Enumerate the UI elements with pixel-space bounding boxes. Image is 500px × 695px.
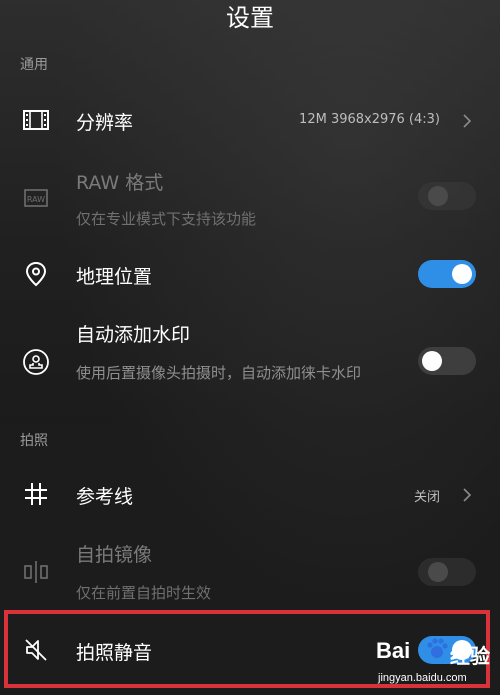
speaker-mute-icon (22, 636, 50, 664)
raw-icon: RAW (22, 184, 50, 212)
mirror-toggle (418, 558, 476, 586)
resolution-row[interactable]: 分辨率 12M 3968x2976 (4:3) (0, 96, 500, 146)
watermark-brand: Bai (376, 638, 411, 663)
page-title: 设置 (226, 4, 274, 32)
mirror-row: 自拍镜像 仅在前置自拍时生效 (0, 534, 500, 610)
watermark-url: jingyan.baidu.com (378, 672, 467, 684)
section-header-general: 通用 (20, 57, 48, 73)
chevron-right-icon (460, 488, 474, 502)
film-frame-icon (22, 106, 50, 134)
raw-toggle (418, 182, 476, 210)
grid-icon (22, 480, 50, 508)
svg-text:RAW: RAW (27, 195, 45, 204)
watermark-brand-cn: 经验 (450, 644, 490, 668)
auto-watermark-toggle[interactable] (418, 347, 476, 375)
chevron-right-icon (460, 114, 474, 128)
mirror-label: 自拍镜像 (76, 544, 153, 566)
location-label: 地理位置 (76, 266, 153, 288)
baidu-watermark: Bai 经验 jingyan.baidu.com (374, 636, 492, 692)
gridline-label: 参考线 (76, 486, 134, 508)
section-header-photo: 拍照 (20, 433, 48, 449)
resolution-value: 12M 3968x2976 (4:3) (299, 112, 440, 127)
shutter-mute-label: 拍照静音 (76, 642, 153, 664)
auto-watermark-sub: 使用后置摄像头拍摄时，自动添加徕卡水印 (76, 364, 362, 382)
location-pin-icon (22, 260, 50, 288)
mirror-sub: 仅在前置自拍时生效 (76, 584, 212, 602)
raw-sub: 仅在专业模式下支持该功能 (76, 210, 257, 228)
paw-icon (424, 636, 450, 662)
location-toggle[interactable] (418, 260, 476, 288)
raw-format-row: RAW RAW 格式 仅在专业模式下支持该功能 (0, 160, 500, 236)
gridline-row[interactable]: 参考线 关闭 (0, 470, 500, 520)
mirror-icon (22, 558, 50, 586)
auto-watermark-label: 自动添加水印 (76, 324, 191, 346)
resolution-label: 分辨率 (76, 112, 134, 134)
location-row[interactable]: 地理位置 (0, 250, 500, 300)
stamp-icon (22, 348, 50, 376)
auto-watermark-row[interactable]: 自动添加水印 使用后置摄像头拍摄时，自动添加徕卡水印 (0, 316, 500, 412)
gridline-value: 关闭 (413, 490, 440, 505)
raw-label: RAW 格式 (76, 172, 164, 194)
